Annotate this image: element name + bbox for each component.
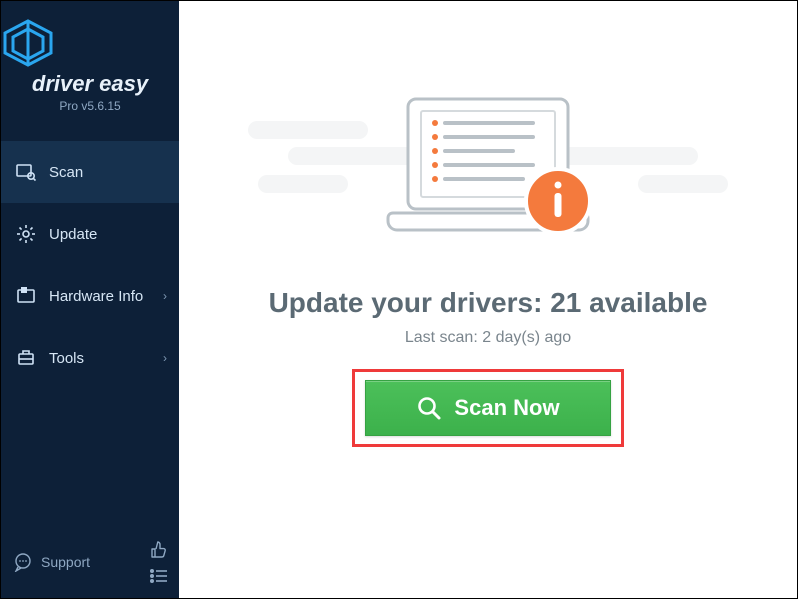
scan-now-label: Scan Now xyxy=(454,395,559,421)
footer-icons xyxy=(149,540,169,584)
nav: Scan Update Hardware Info › Tools xyxy=(1,141,179,389)
chevron-right-icon: › xyxy=(163,351,167,365)
hardware-icon xyxy=(15,285,37,307)
sidebar-footer: Support xyxy=(1,528,179,598)
scan-highlight-frame: Scan Now xyxy=(352,369,624,447)
support-link[interactable]: Support xyxy=(13,552,90,572)
sidebar-item-label: Update xyxy=(49,226,97,243)
scan-now-button[interactable]: Scan Now xyxy=(365,380,611,436)
sidebar-item-tools[interactable]: Tools › xyxy=(1,327,179,389)
app-window: — ✕ driver easy Pro v5.6.15 Scan xyxy=(0,0,798,599)
magnifier-icon xyxy=(416,395,442,421)
sidebar-item-label: Hardware Info xyxy=(49,288,143,305)
sidebar-item-scan[interactable]: Scan xyxy=(1,141,179,203)
scan-icon xyxy=(15,161,37,183)
chat-icon xyxy=(13,552,33,572)
brand-name: driver easy xyxy=(1,71,179,97)
brand-version: Pro v5.6.15 xyxy=(1,99,179,113)
laptop-illustration xyxy=(373,91,603,251)
tools-icon xyxy=(15,347,37,369)
sidebar-item-label: Tools xyxy=(49,350,84,367)
chevron-right-icon: › xyxy=(163,289,167,303)
headline-text: Update your drivers: 21 available xyxy=(269,287,708,319)
logo-block: driver easy Pro v5.6.15 xyxy=(1,1,179,123)
main-panel: Update your drivers: 21 available Last s… xyxy=(179,1,797,598)
sidebar-item-hardware-info[interactable]: Hardware Info › xyxy=(1,265,179,327)
sidebar: driver easy Pro v5.6.15 Scan Update xyxy=(1,1,179,598)
sidebar-item-update[interactable]: Update xyxy=(1,203,179,265)
sidebar-item-label: Scan xyxy=(49,164,83,181)
support-label: Support xyxy=(41,554,90,570)
app-logo-icon xyxy=(1,19,55,67)
gear-icon xyxy=(15,223,37,245)
list-icon[interactable] xyxy=(149,568,169,584)
thumbs-up-icon[interactable] xyxy=(149,540,169,560)
last-scan-text: Last scan: 2 day(s) ago xyxy=(405,329,571,347)
